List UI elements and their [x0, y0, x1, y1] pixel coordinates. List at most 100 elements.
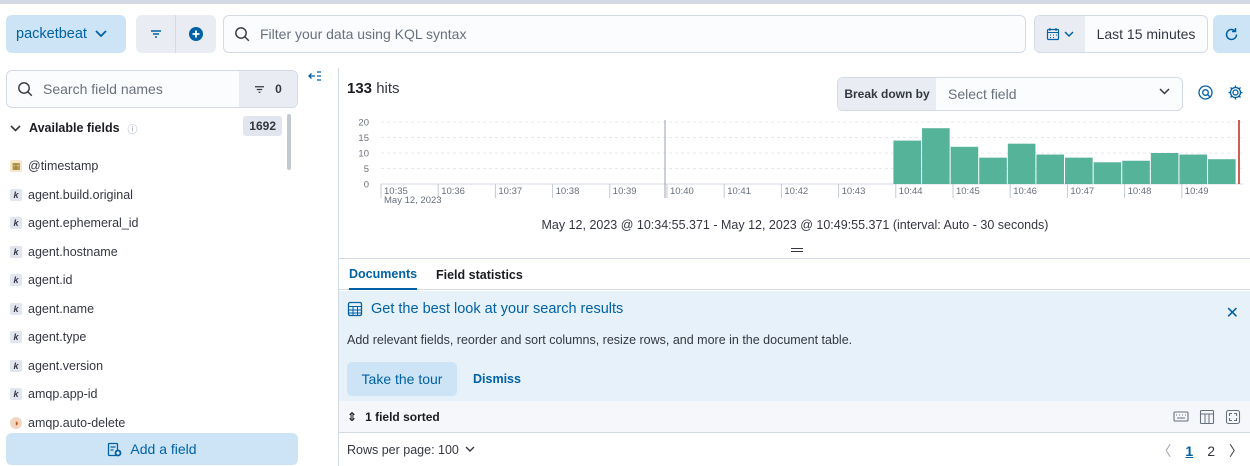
hits-counter: 133 hits: [347, 80, 400, 97]
field-name: agent.type: [28, 330, 87, 345]
discover-app: packetbeat Filter your data using KQL sy…: [0, 0, 1250, 466]
field-item[interactable]: ▦ @timestamp: [10, 152, 280, 181]
field-item[interactable]: k agent.build.original: [10, 181, 280, 210]
kql-placeholder: Filter your data using KQL syntax: [260, 26, 467, 42]
dismiss-button[interactable]: Dismiss: [473, 372, 521, 386]
chevron-down-icon: [10, 124, 21, 132]
hits-histogram[interactable]: 2015105010:35 10:36 10:37 10:38 10:39 10:40 10…: [339, 114, 1250, 214]
keyword-field-icon: k: [10, 359, 22, 372]
take-tour-button[interactable]: Take the tour: [347, 362, 457, 396]
keyword-field-icon: k: [10, 331, 22, 344]
filter-menu-button[interactable]: [136, 15, 176, 53]
x-tick-label: 10:41: [727, 186, 751, 197]
field-item[interactable]: k agent.hostname: [10, 238, 280, 267]
chevron-down-icon: [95, 30, 107, 38]
x-tick-label: 10:42: [784, 186, 808, 197]
histogram-bar: [922, 128, 950, 184]
quick-select-button[interactable]: [1035, 16, 1085, 52]
rows-per-page-selector[interactable]: Rows per page: 100: [347, 443, 459, 457]
field-item[interactable]: k agent.type: [10, 323, 280, 352]
x-tick-label: 10:43: [842, 186, 866, 197]
field-name: agent.build.original: [28, 187, 133, 202]
data-view-name: packetbeat: [16, 26, 87, 42]
available-fields-label: Available fields: [29, 121, 120, 135]
field-search-placeholder: Search field names: [43, 81, 163, 97]
pager: 〈 1 2 〉: [1157, 441, 1243, 461]
field-name: amqp.auto-delete: [28, 415, 126, 430]
callout-description: Add relevant fields, reorder and sort co…: [347, 333, 853, 347]
field-item[interactable]: k agent.version: [10, 352, 280, 381]
fullscreen-icon[interactable]: [1225, 409, 1241, 425]
tab-documents[interactable]: Documents: [349, 259, 418, 290]
breakdown-label: Break down by: [838, 78, 936, 110]
add-field-icon: [108, 442, 122, 456]
y-tick-label: 20: [358, 118, 369, 129]
callout-title: Get the best look at your search results: [371, 301, 624, 317]
field-list: ▦ @timestamp k agent.build.original k ag…: [10, 152, 280, 437]
keyword-field-icon: k: [10, 302, 22, 315]
page-1-link[interactable]: 1: [1185, 443, 1193, 459]
y-tick-label: 15: [358, 133, 369, 144]
chevron-right-icon[interactable]: 〉: [1229, 441, 1243, 461]
field-filter-button[interactable]: 0: [239, 71, 297, 107]
x-tick-label: 10:45: [956, 186, 980, 197]
top-query-bar: packetbeat Filter your data using KQL sy…: [0, 0, 1250, 68]
chevron-down-icon: [1159, 88, 1170, 95]
tab-field-statistics[interactable]: Field statistics: [436, 259, 523, 290]
refresh-button[interactable]: [1213, 15, 1250, 53]
filter-icon: [150, 30, 161, 38]
page-2-link[interactable]: 2: [1207, 443, 1215, 459]
inspect-icon: [1198, 85, 1213, 100]
keyword-field-icon: k: [10, 245, 22, 258]
histogram-bar: [979, 157, 1007, 184]
field-search-input[interactable]: Search field names 0: [6, 70, 298, 108]
breakdown-placeholder: Select field: [948, 86, 1017, 102]
keyword-field-icon: k: [10, 188, 22, 201]
field-name: agent.name: [28, 301, 95, 316]
field-item[interactable]: k agent.ephemeral_id: [10, 209, 280, 238]
chart-options-button[interactable]: [1227, 84, 1244, 104]
add-field-button[interactable]: Add a field: [6, 433, 298, 465]
filter-controls: [136, 15, 216, 53]
info-icon: ⓘ: [127, 124, 138, 136]
add-filter-button[interactable]: [176, 15, 216, 53]
resize-handle[interactable]: [791, 248, 803, 252]
field-name: agent.version: [28, 358, 104, 373]
results-tabs: Documents Field statistics: [339, 258, 1250, 290]
columns-icon[interactable]: [1199, 409, 1215, 425]
available-fields-count: 1692: [243, 116, 282, 136]
breakdown-field-select[interactable]: Select field: [936, 78, 1182, 110]
results-panel: 133 hits Break down by Select field 20 15…: [338, 68, 1250, 466]
kql-query-input[interactable]: Filter your data using KQL syntax: [223, 15, 1026, 53]
x-tick-label: 10:39: [613, 186, 637, 197]
add-field-label: Add a field: [130, 441, 197, 457]
keyword-field-icon: k: [10, 217, 22, 230]
x-tick-label: 10:36: [441, 186, 465, 197]
table-icon: [347, 301, 363, 317]
histogram-bar: [1122, 160, 1150, 184]
sort-status-button[interactable]: 1 field sorted: [365, 410, 440, 424]
data-view-picker[interactable]: packetbeat: [6, 15, 126, 53]
chevron-left-icon[interactable]: 〈: [1157, 441, 1171, 461]
close-icon[interactable]: ✕: [1226, 303, 1239, 323]
x-tick-label: 10:38: [556, 186, 580, 197]
field-item[interactable]: k agent.id: [10, 266, 280, 295]
field-list-scrollbar[interactable]: [287, 114, 291, 170]
inspect-button[interactable]: [1197, 84, 1214, 104]
available-fields-header[interactable]: Available fields ⓘ 1692: [10, 116, 282, 138]
keyword-field-icon: k: [10, 274, 22, 287]
sort-icon: ⇕: [347, 409, 358, 424]
hits-label: hits: [376, 80, 400, 97]
breakdown-selector[interactable]: Break down by Select field: [837, 77, 1183, 111]
field-item[interactable]: k amqp.app-id: [10, 380, 280, 409]
x-tick-label: 10:47: [1070, 186, 1094, 197]
y-tick-label: 10: [358, 149, 369, 160]
keyword-field-icon: k: [10, 388, 22, 401]
chevron-down-icon: [465, 446, 475, 452]
keyboard-icon[interactable]: [1173, 409, 1189, 423]
time-range-label[interactable]: Last 15 minutes: [1085, 16, 1207, 52]
field-item[interactable]: k agent.name: [10, 295, 280, 324]
x-tick-label: 10:40: [670, 186, 694, 197]
collapse-sidebar-button[interactable]: [308, 70, 322, 85]
field-name: agent.id: [28, 273, 73, 288]
